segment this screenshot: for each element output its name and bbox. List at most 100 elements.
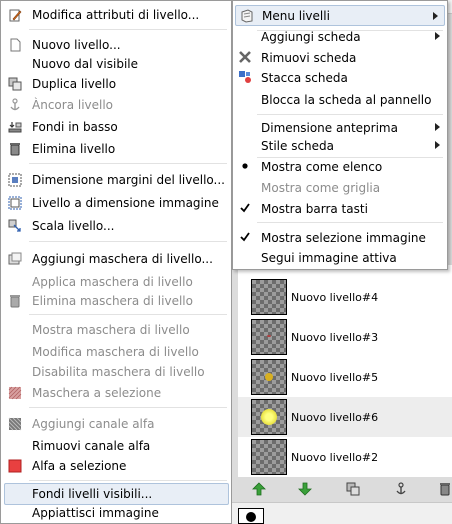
merge-down-icon	[8, 122, 22, 133]
menu-icon	[241, 9, 253, 23]
submenu-item-show-button-bar[interactable]: Mostra barra tasti	[234, 198, 446, 219]
layer-row[interactable]: Nuovo livello#6	[238, 397, 452, 437]
delete-layer-icon[interactable]	[438, 482, 452, 496]
menu-item-label: Aggiungi scheda	[261, 29, 361, 44]
menu-item-show-layer-mask[interactable]: Mostra maschera di livello	[2, 319, 230, 341]
menu-item-label: Aggiungi canale alfa	[32, 417, 155, 431]
layers-context-menu: Modifica attributi di livello... Nuovo l…	[0, 0, 232, 524]
detach-icon	[239, 71, 251, 83]
close-x-icon	[239, 51, 251, 63]
menu-item-label: Mostra come elenco	[261, 159, 383, 174]
menu-item-edit-layer-mask[interactable]: Modifica maschera di livello	[2, 341, 230, 363]
menu-separator	[257, 114, 443, 115]
menu-separator	[29, 407, 227, 408]
menu-item-label: Applica maschera di livello	[32, 275, 193, 289]
layer-name: Nuovo livello#4	[291, 290, 379, 304]
menu-item-label: Modifica maschera di livello	[32, 345, 199, 359]
submenu-item-layers-menu[interactable]: Menu livelli	[235, 5, 445, 26]
menu-item-label: Elimina livello	[32, 142, 116, 156]
menu-separator	[29, 480, 227, 481]
layer-row[interactable]: Nuovo livello#3	[238, 317, 452, 357]
submenu-item-follow-active-image[interactable]: Segui immagine attiva	[234, 247, 446, 268]
layer-row[interactable]: Nuovo livello#2	[238, 437, 452, 477]
menu-item-label: Nuovo livello...	[32, 38, 121, 52]
menu-item-add-alpha-channel[interactable]: Aggiungi canale alfa	[2, 413, 230, 435]
menu-item-label: Duplica livello	[32, 77, 117, 91]
raise-layer-icon[interactable]	[252, 482, 266, 496]
submenu-arrow-icon	[435, 32, 440, 40]
layer-thumbnail	[251, 439, 287, 475]
menu-item-edit-layer-attributes[interactable]: Modifica attributi di livello...	[2, 4, 230, 26]
menu-item-label: Scala livello...	[32, 219, 115, 233]
menu-item-label: Blocca la scheda al pannello	[261, 92, 432, 107]
submenu-item-view-as-grid[interactable]: Mostra come griglia	[234, 177, 446, 198]
menu-item-anchor-layer[interactable]: Àncora livello	[2, 94, 230, 116]
menu-item-new-from-visible[interactable]: Nuovo dal visibile	[2, 53, 230, 75]
submenu-item-show-image-selection[interactable]: Mostra selezione immagine	[234, 227, 446, 248]
menu-item-label: Alfa a selezione	[32, 459, 127, 473]
menu-separator	[257, 222, 443, 223]
layer-thumbnail	[251, 359, 287, 395]
menu-item-label: Mostra barra tasti	[261, 201, 368, 216]
menu-item-delete-layer[interactable]: Elimina livello	[2, 138, 230, 160]
check-icon	[240, 232, 250, 242]
menu-item-label: Elimina maschera di livello	[32, 294, 193, 308]
menu-separator	[29, 29, 227, 30]
menu-separator	[29, 163, 227, 164]
menu-item-scale-layer[interactable]: Scala livello...	[2, 215, 230, 237]
menu-item-label: Fondi livelli visibili...	[32, 487, 153, 501]
layer-name: Nuovo livello#3	[291, 330, 379, 344]
menu-separator	[29, 241, 227, 242]
anchor-layer-icon[interactable]	[394, 482, 408, 496]
duplicate-layer-icon[interactable]	[346, 482, 360, 496]
submenu-item-add-tab[interactable]: Aggiungi scheda	[234, 26, 446, 47]
menu-item-label: Àncora livello	[32, 98, 114, 112]
anchor-icon	[10, 98, 20, 111]
menu-item-label: Stacca scheda	[261, 70, 348, 85]
menu-item-add-layer-mask[interactable]: Aggiungi maschera di livello...	[2, 248, 230, 270]
submenu-item-remove-tab[interactable]: Rimuovi scheda	[234, 47, 446, 68]
layer-name: Nuovo livello#6	[291, 410, 379, 424]
alpha-channel-icon	[8, 417, 22, 431]
menu-item-label: Segui immagine attiva	[261, 250, 397, 265]
menu-item-delete-layer-mask[interactable]: Elimina maschera di livello	[2, 290, 230, 312]
menu-item-mask-to-selection[interactable]: Maschera a selezione	[2, 382, 230, 404]
menu-item-duplicate-layer[interactable]: Duplica livello	[2, 73, 230, 95]
layer-name: Nuovo livello#2	[291, 450, 379, 464]
submenu-item-detach-tab[interactable]: Stacca scheda	[234, 67, 446, 88]
menu-item-layer-to-image-size[interactable]: Livello a dimensione immagine	[2, 192, 230, 214]
radio-dot-icon	[242, 163, 248, 169]
brush-preview[interactable]	[238, 508, 264, 524]
layers-list[interactable]: Nuovo livello#4 Nuovo livello#3 Nuovo li…	[238, 265, 452, 477]
menu-item-label: Appiattisci immagine	[32, 506, 159, 520]
layer-thumbnail	[251, 279, 287, 315]
layer-row[interactable]: Nuovo livello#4	[238, 277, 452, 317]
layer-boundary-icon	[8, 173, 22, 187]
menu-item-alpha-to-selection[interactable]: Alfa a selezione	[2, 455, 230, 477]
menu-item-label: Mostra selezione immagine	[261, 230, 426, 245]
menu-item-merge-down[interactable]: Fondi in basso	[2, 116, 230, 138]
menu-item-label: Nuovo dal visibile	[32, 57, 138, 71]
layer-row[interactable]: Nuovo livello#5	[238, 357, 452, 397]
add-mask-icon	[8, 252, 22, 265]
menu-item-layer-boundary-size[interactable]: Dimensione margini del livello...	[2, 169, 230, 191]
trash-icon	[10, 143, 20, 156]
submenu-item-tab-style[interactable]: Stile scheda	[234, 135, 446, 156]
submenu-arrow-icon	[435, 141, 440, 149]
tab-submenu: Menu livelli Aggiungi scheda Rimuovi sch…	[232, 0, 448, 270]
check-icon	[240, 203, 250, 213]
submenu-item-lock-tab[interactable]: Blocca la scheda al pannello	[234, 89, 446, 110]
menu-item-label: Mostra maschera di livello	[32, 323, 190, 337]
menu-separator	[29, 314, 227, 315]
menu-item-flatten-image[interactable]: Appiattisci immagine	[2, 502, 230, 524]
menu-item-label: Rimuovi canale alfa	[32, 439, 151, 453]
menu-item-remove-alpha-channel[interactable]: Rimuovi canale alfa	[2, 435, 230, 457]
new-document-icon	[10, 38, 21, 52]
submenu-item-view-as-list[interactable]: Mostra come elenco	[234, 156, 446, 177]
layer-thumbnail	[251, 399, 287, 435]
menu-item-label: Livello a dimensione immagine	[32, 196, 219, 210]
dock-footer	[232, 502, 452, 524]
lower-layer-icon[interactable]	[298, 482, 312, 496]
layer-to-image-icon	[8, 196, 22, 210]
menu-item-disable-layer-mask[interactable]: Disabilita maschera di livello	[2, 361, 230, 383]
